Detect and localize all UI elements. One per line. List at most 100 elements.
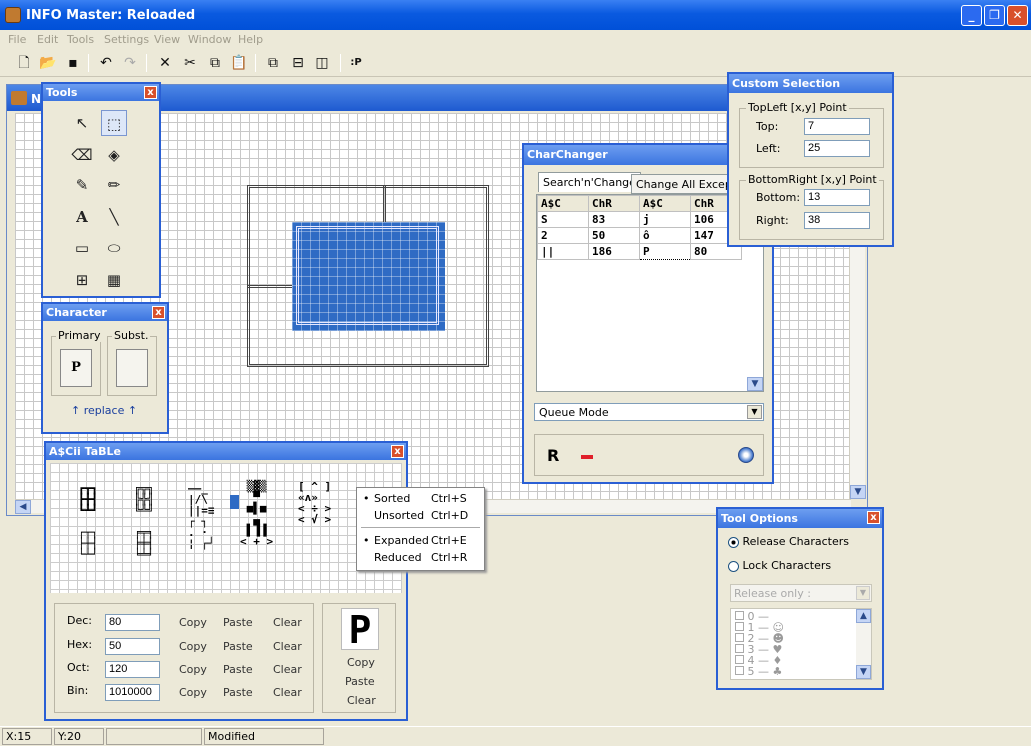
hex-paste-button[interactable]: Paste [223,640,253,653]
menu-help[interactable]: Help [238,33,263,46]
primary-char-box[interactable]: P [60,349,92,387]
copy-icon[interactable]: ⧉ [205,53,225,73]
rectangle-tool-icon[interactable]: ▭ [69,235,95,261]
about-button[interactable]: :P [346,53,366,73]
close-icon[interactable]: x [391,445,404,458]
menu-view[interactable]: View [154,33,180,46]
fill-bucket-tool-icon[interactable]: ◈ [101,142,127,168]
scroll-left-icon[interactable]: ◀ [15,500,31,514]
cut-icon[interactable]: ✂ [180,53,200,73]
chevron-down-icon[interactable]: ▼ [856,586,870,600]
oct-field[interactable]: 120 [105,661,160,678]
document-title: N [31,92,42,106]
menu-edit[interactable]: Edit [37,33,58,46]
menu-item-unsorted[interactable]: Unsorted [374,509,424,522]
dec-paste-button[interactable]: Paste [223,616,253,629]
scroll-down-icon[interactable]: ▼ [856,665,871,679]
selected-ascii-cell[interactable] [230,495,239,509]
hex-copy-button[interactable]: Copy [179,640,207,653]
table-row[interactable]: || 186 P 80 [537,243,742,260]
save-icon[interactable]: ▪ [63,53,83,73]
right-field[interactable]: 38 [804,212,870,229]
redo-icon[interactable]: ↷ [120,53,140,73]
ascii-char-grid[interactable]: ┏┳┓ ┣╋┫ ┗┻┛ ┌┬┐ ├┼┤ └┴┘ ╔╦╗ ╠╬╣ ╚╩╝ ╒╤╕ … [50,463,402,593]
mode-dropdown[interactable]: Queue Mode ▼ [534,403,764,421]
menu-settings[interactable]: Settings [104,33,149,46]
menu-tools[interactable]: Tools [67,33,94,46]
pointer-tool-icon[interactable]: ↖ [69,110,95,136]
release-radio[interactable]: Release Characters [728,535,849,548]
table-tool-icon[interactable]: ⊞ [69,267,95,293]
close-icon[interactable]: x [144,86,157,99]
tile-horizontal-icon[interactable]: ⊟ [288,53,308,73]
preview-paste-button[interactable]: Paste [345,675,375,688]
dec-field[interactable]: 80 [105,614,160,631]
close-icon[interactable]: x [867,511,880,524]
hex-label: Hex: [67,638,93,651]
menu-item-sorted[interactable]: Sorted [374,492,410,505]
text-tool-icon[interactable]: A [69,204,95,230]
scroll-up-icon[interactable]: ▲ [856,609,871,623]
close-button[interactable]: ✕ [1007,5,1028,26]
scroll-down-icon[interactable]: ▼ [747,377,763,391]
left-field[interactable]: 25 [804,140,870,157]
tab-change-all-except[interactable]: Change All Except [631,174,742,194]
undo-icon[interactable]: ↶ [96,53,116,73]
release-char-list[interactable]: 0 — 1 — ☺ 2 — ☻ 3 — ♥ 4 — ♦ 5 — ♣ ▲ ▼ [730,608,872,680]
scroll-down-icon[interactable]: ▼ [850,485,866,499]
block-chars-group: ▒▓▒ ▀ ■▌■ ▄ ▌▐▐ < + > [240,480,274,548]
menu-file[interactable]: File [8,33,26,46]
line-tool-icon[interactable]: ╲ [101,204,127,230]
dec-clear-button[interactable]: Clear [273,616,302,629]
toolbar-separator [88,54,89,72]
dec-copy-button[interactable]: Copy [179,616,207,629]
oct-clear-button[interactable]: Clear [273,663,302,676]
table-row[interactable]: 2 50 ô 147 [537,227,742,244]
tile-vertical-icon[interactable]: ◫ [312,53,332,73]
rectangle-select-tool-icon[interactable]: ⬚ [101,110,127,136]
refresh-icon[interactable] [738,447,754,463]
minus-icon[interactable] [581,455,593,459]
paste-icon[interactable]: 📋 [229,53,249,73]
lock-radio[interactable]: Lock Characters [728,559,831,572]
chevron-down-icon[interactable]: ▼ [747,405,762,419]
selection-highlight[interactable] [292,222,445,331]
oct-copy-button[interactable]: Copy [179,663,207,676]
new-file-icon[interactable]: 🗋 [14,53,34,73]
replace-button[interactable]: ↑ replace ↑ [71,404,137,417]
menu-window[interactable]: Window [188,33,231,46]
ellipse-tool-icon[interactable]: ⬭ [101,235,127,261]
menu-item-expanded[interactable]: Expanded [374,534,429,547]
bin-paste-button[interactable]: Paste [223,686,253,699]
cascade-icon[interactable]: ⧉ [263,53,283,73]
hex-clear-button[interactable]: Clear [273,640,302,653]
delete-icon[interactable]: ✕ [155,53,175,73]
eyedropper-tool-icon[interactable]: ✎ [69,172,95,198]
release-only-dropdown[interactable]: Release only : ▼ [730,584,872,602]
open-folder-icon[interactable]: 📂 [38,53,58,73]
status-fill-panel [326,728,1029,745]
subst-char-box[interactable] [116,349,148,387]
bin-copy-button[interactable]: Copy [179,686,207,699]
oct-paste-button[interactable]: Paste [223,663,253,676]
menu-item-reduced[interactable]: Reduced [374,551,422,564]
bin-field[interactable]: 1010000 [105,684,160,701]
eraser-tool-icon[interactable]: ⌫ [69,142,95,168]
top-field[interactable]: 7 [804,118,870,135]
tab-search-n-change[interactable]: Search'n'Change [538,172,641,192]
preview-clear-button[interactable]: Clear [347,694,376,707]
hex-field[interactable]: 50 [105,638,160,655]
subst-label: Subst. [112,329,151,342]
bin-clear-button[interactable]: Clear [273,686,302,699]
table-row[interactable]: S 83 j 106 [537,211,742,228]
close-icon[interactable]: x [152,306,165,319]
preview-copy-button[interactable]: Copy [347,656,375,669]
list-scrollbar[interactable]: ▲ ▼ [856,609,871,679]
minimize-button[interactable]: _ [961,5,982,26]
bottom-field[interactable]: 13 [804,189,870,206]
grid-tool-icon[interactable]: ▦ [101,267,127,293]
lock-label: Lock Characters [742,559,832,572]
restore-button[interactable]: ❐ [984,5,1005,26]
pencil-tool-icon[interactable]: ✏ [101,172,127,198]
list-item[interactable]: 5 — ♣ [735,666,782,677]
